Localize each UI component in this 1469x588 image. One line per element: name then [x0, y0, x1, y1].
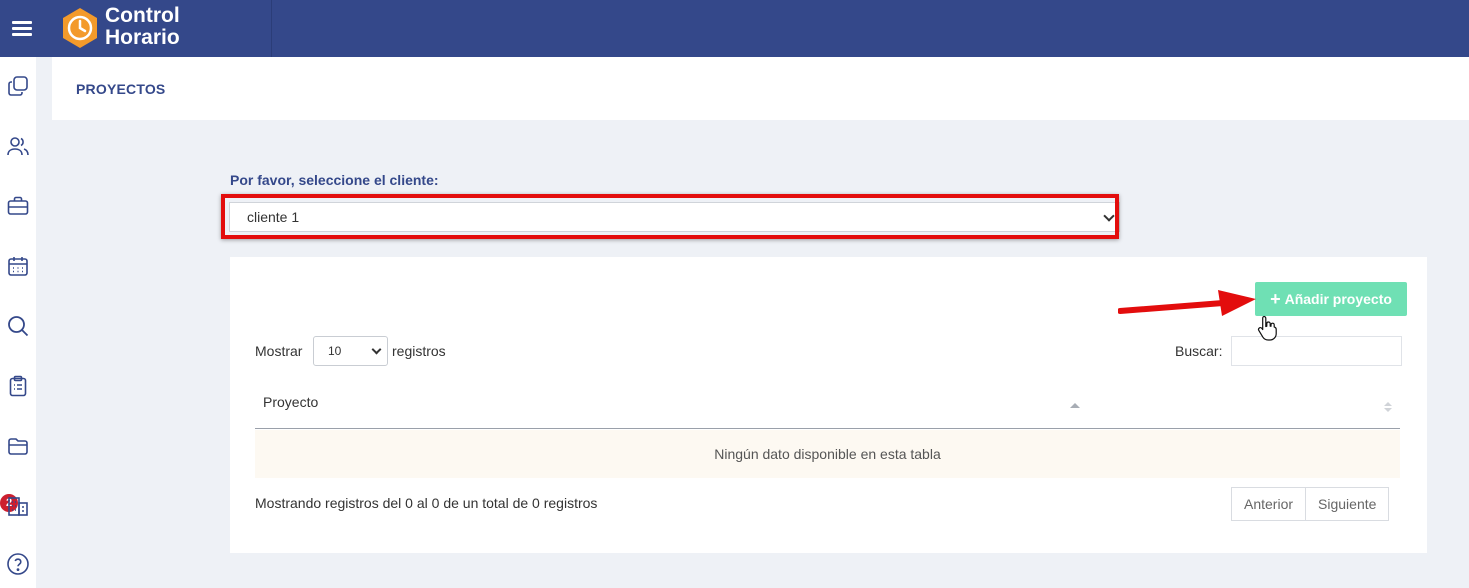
sidebar-item-company[interactable] — [6, 494, 30, 518]
calendar-icon — [8, 257, 28, 276]
hand-cursor-icon — [1257, 315, 1277, 341]
sidebar-item-search[interactable] — [6, 314, 30, 338]
clock-logo-icon — [63, 8, 97, 48]
column-header-project[interactable]: Proyecto — [263, 394, 318, 410]
copy-icon — [8, 76, 28, 96]
annotation-highlight-box — [221, 194, 1119, 239]
table-info: Mostrando registros del 0 al 0 de un tot… — [255, 495, 598, 511]
help-icon — [7, 553, 29, 575]
annotation-arrow-icon — [1118, 290, 1256, 316]
page-length-value: 10 — [328, 344, 342, 358]
brand-line-2: Horario — [105, 26, 180, 49]
page-title: PROYECTOS — [76, 81, 166, 97]
sidebar-item-projects[interactable] — [6, 194, 30, 218]
records-label: registros — [392, 343, 446, 359]
add-project-button[interactable]: + Añadir proyecto — [1255, 282, 1407, 316]
folder-icon — [8, 438, 28, 455]
next-page-button[interactable]: Siguiente — [1305, 488, 1389, 520]
users-icon — [7, 137, 29, 156]
sidebar-item-dashboard[interactable] — [6, 74, 30, 98]
sidebar-item-calendar[interactable] — [6, 254, 30, 278]
chevron-down-icon — [371, 344, 382, 355]
search-label: Buscar: — [1175, 343, 1223, 359]
plus-icon: + — [1270, 288, 1281, 309]
clipboard-icon — [9, 375, 27, 397]
search-icon — [8, 316, 29, 337]
sort-icon[interactable] — [1384, 402, 1394, 414]
show-entries-label: Mostrar — [255, 343, 303, 359]
top-bar: Control Horario — [0, 0, 1469, 57]
client-select-label: Por favor, seleccione el cliente: — [230, 172, 439, 188]
table-header: Proyecto — [255, 384, 1400, 429]
brand[interactable]: Control Horario — [44, 0, 272, 57]
page-header: PROYECTOS — [52, 57, 1469, 120]
sidebar-item-help[interactable] — [6, 552, 30, 576]
briefcase-icon — [7, 196, 29, 215]
sidebar-item-reports[interactable] — [6, 374, 30, 398]
building-icon — [8, 497, 28, 516]
sidebar-item-users[interactable] — [6, 134, 30, 158]
sort-asc-icon[interactable] — [1070, 403, 1080, 408]
menu-toggle-button[interactable] — [0, 0, 44, 57]
sidebar-item-documents[interactable] — [6, 434, 30, 458]
sidebar: 2 — [0, 57, 36, 588]
hamburger-icon — [12, 21, 32, 36]
table-empty-row: Ningún dato disponible en esta tabla — [255, 430, 1400, 478]
brand-line-1: Control — [105, 4, 180, 27]
add-project-label: Añadir proyecto — [1284, 291, 1392, 307]
pagination: Anterior Siguiente — [1231, 487, 1390, 521]
brand-name: Control Horario — [105, 5, 180, 49]
page-length-select[interactable]: 10 — [313, 336, 388, 366]
previous-page-button[interactable]: Anterior — [1232, 488, 1306, 520]
